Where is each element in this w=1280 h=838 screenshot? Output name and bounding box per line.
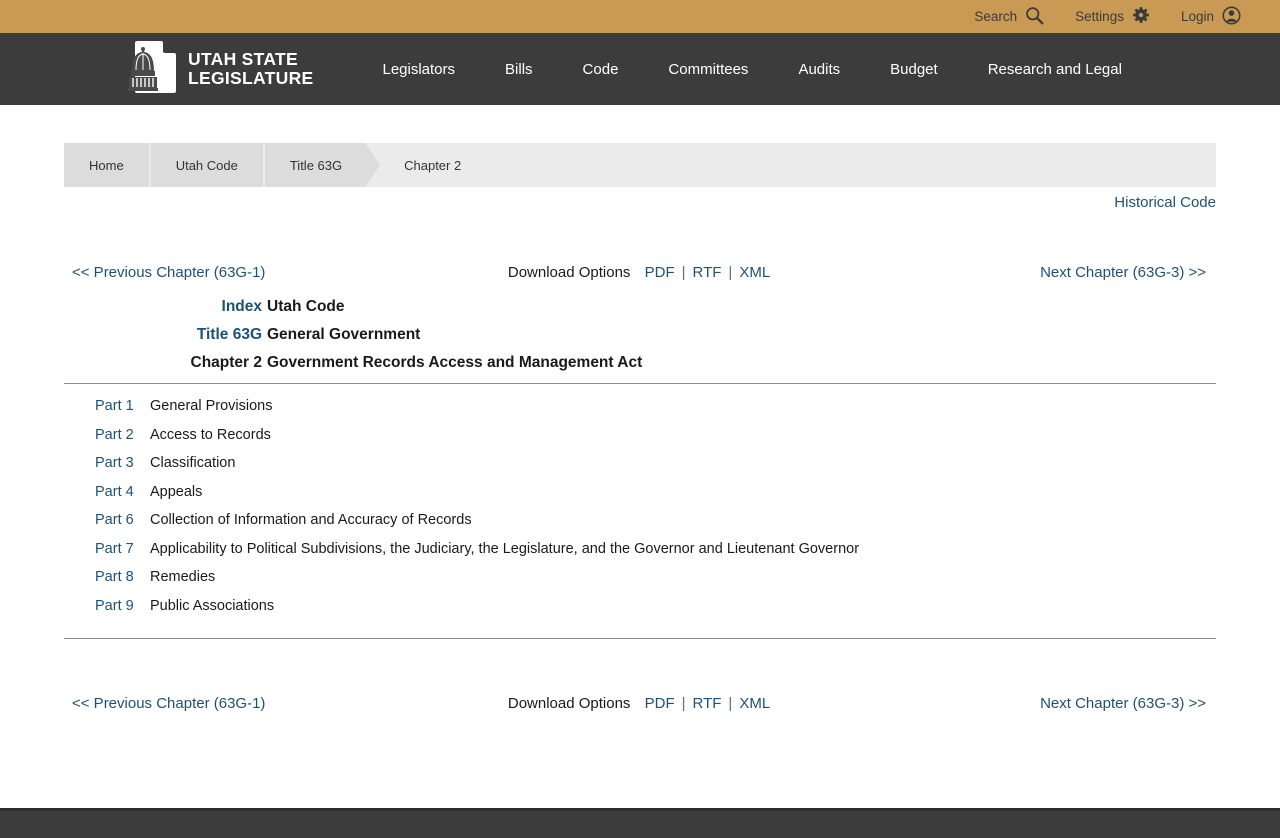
list-item: Part 1 General Provisions [64,392,1216,421]
download-options-label: Download Options [508,695,631,712]
chapter-2-label: Chapter 2 [64,349,262,377]
nav-item-budget[interactable]: Budget [865,51,963,88]
settings-button[interactable]: Settings [1075,5,1151,28]
list-item: Part 6 Collection of Information and Acc… [64,506,1216,535]
primary-nav: Legislators Bills Code Committees Audits… [357,51,1146,88]
separator: | [728,264,732,281]
chapter-nav-bottom: << Previous Chapter (63G-1) Download Opt… [64,695,1216,712]
part-8-link[interactable]: Part 8 [95,569,134,585]
breadcrumb-title-63g[interactable]: Title 63G [265,143,380,187]
settings-label: Settings [1075,9,1124,24]
list-item: Part 9 Public Associations [64,592,1216,621]
chapter-nav-top: << Previous Chapter (63G-1) Download Opt… [64,264,1216,281]
next-chapter-link[interactable]: Next Chapter (63G-3) >> [1040,264,1206,281]
part-6-link[interactable]: Part 6 [95,512,134,528]
previous-chapter-link[interactable]: << Previous Chapter (63G-1) [72,264,265,281]
nav-item-bills[interactable]: Bills [480,51,558,88]
part-6-title: Collection of Information and Accuracy o… [150,506,472,535]
login-label: Login [1181,9,1214,24]
site-logo[interactable]: UTAH STATE LEGISLATURE [126,38,313,101]
main-header: UTAH STATE LEGISLATURE Legislators Bills… [0,33,1280,105]
login-button[interactable]: Login [1181,5,1242,29]
part-7-title: Applicability to Political Subdivisions,… [150,535,859,564]
part-1-link[interactable]: Part 1 [95,398,134,414]
search-icon [1024,5,1045,29]
next-chapter-link[interactable]: Next Chapter (63G-3) >> [1040,695,1206,712]
download-xml-link[interactable]: XML [739,695,770,712]
download-options-label: Download Options [508,264,631,281]
part-7-link[interactable]: Part 7 [95,541,134,557]
download-rtf-link[interactable]: RTF [693,264,722,281]
index-title: Utah Code [267,293,345,321]
breadcrumb-home[interactable]: Home [64,143,149,187]
download-pdf-link[interactable]: PDF [645,695,675,712]
nav-item-audits[interactable]: Audits [773,51,865,88]
index-link[interactable]: Index [222,298,262,315]
part-2-link[interactable]: Part 2 [95,427,134,443]
logo-wordmark: UTAH STATE LEGISLATURE [188,50,313,87]
part-1-title: General Provisions [150,392,273,421]
part-8-title: Remedies [150,563,215,592]
nav-item-code[interactable]: Code [558,51,644,88]
part-4-link[interactable]: Part 4 [95,484,134,500]
nav-item-legislators[interactable]: Legislators [357,51,480,88]
page-footer [0,808,1280,838]
title-63g-link[interactable]: Title 63G [197,326,262,343]
nav-item-research-and-legal[interactable]: Research and Legal [963,51,1147,88]
divider-bottom [64,638,1216,639]
download-rtf-link[interactable]: RTF [693,695,722,712]
separator: | [682,695,686,712]
search-button[interactable]: Search [974,5,1045,29]
gear-icon [1131,5,1151,28]
separator: | [682,264,686,281]
separator: | [728,695,732,712]
download-pdf-link[interactable]: PDF [645,264,675,281]
list-item: Part 8 Remedies [64,563,1216,592]
parts-list: Part 1 General Provisions Part 2 Access … [64,384,1216,632]
part-9-link[interactable]: Part 9 [95,598,134,614]
utah-capitol-logo-icon [126,38,178,101]
part-3-link[interactable]: Part 3 [95,455,134,471]
title-63g-title: General Government [267,321,420,349]
part-9-title: Public Associations [150,592,274,621]
nav-item-committees[interactable]: Committees [643,51,773,88]
list-item: Part 3 Classification [64,449,1216,478]
part-3-title: Classification [150,449,235,478]
code-hierarchy: Index Utah Code Title 63G General Govern… [64,293,1216,377]
search-label: Search [974,9,1017,24]
list-item: Part 4 Appeals [64,478,1216,507]
part-4-title: Appeals [150,478,202,507]
download-xml-link[interactable]: XML [739,264,770,281]
user-icon [1221,5,1242,29]
historical-code-link[interactable]: Historical Code [1114,194,1216,211]
list-item: Part 2 Access to Records [64,421,1216,450]
chapter-2-title: Government Records Access and Management… [267,349,642,377]
page-content: Home Utah Code Title 63G Chapter 2 Histo… [64,143,1216,808]
list-item: Part 7 Applicability to Political Subdiv… [64,535,1216,564]
breadcrumb-current-chapter: Chapter 2 [380,143,461,187]
part-2-title: Access to Records [150,421,271,450]
utility-bar: Search Settings Login [0,0,1280,33]
breadcrumb: Home Utah Code Title 63G Chapter 2 [64,143,1216,187]
previous-chapter-link[interactable]: << Previous Chapter (63G-1) [72,695,265,712]
breadcrumb-utah-code[interactable]: Utah Code [151,143,263,187]
spacer [64,712,1216,760]
